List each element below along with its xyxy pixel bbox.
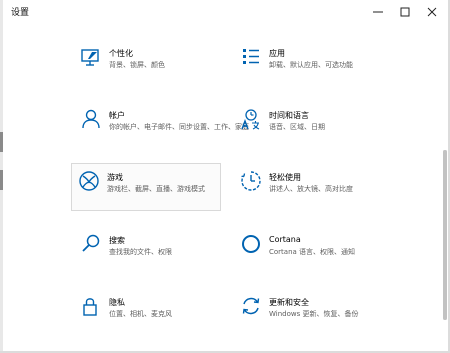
tile-accounts[interactable]: 帐户 你的帐户、电子邮件、同步设置、工作、家庭: [73, 106, 249, 154]
tile-label: 更新和安全: [269, 298, 309, 307]
tile-time-language[interactable]: 时间和语言 语音、区域、日期: [233, 106, 383, 154]
tile-privacy[interactable]: 隐私 位置、相机、麦克风: [73, 293, 223, 341]
tile-label: 个性化: [109, 49, 133, 58]
ease-of-access-icon: [241, 171, 261, 191]
tile-label: Cortana: [269, 235, 301, 244]
xbox-icon: [79, 171, 99, 191]
tile-description: 卸载、默认应用、可选功能: [269, 61, 353, 69]
tile-search[interactable]: 搜索 查找我的文件、权限: [73, 231, 223, 279]
tile-label: 轻松使用: [269, 173, 301, 182]
tile-description: 背景、锁屏、颜色: [109, 61, 165, 69]
tile-description: 语音、区域、日期: [269, 123, 325, 131]
maximize-button[interactable]: [391, 0, 419, 24]
search-icon: [82, 234, 100, 252]
time-language-icon: [241, 109, 260, 130]
close-icon: [427, 7, 437, 17]
tile-label: 游戏: [107, 173, 123, 182]
tile-label: 应用: [269, 49, 285, 58]
maximize-icon: [400, 7, 410, 17]
tile-label: 时间和语言: [269, 111, 309, 120]
minimize-icon: [373, 11, 383, 13]
cortana-icon: [242, 235, 260, 253]
minimize-button[interactable]: [364, 0, 392, 24]
window-title: 设置: [11, 8, 30, 18]
vertical-scrollbar[interactable]: [443, 150, 447, 320]
tile-description: Cortana 语言、权限、通知: [269, 248, 356, 256]
tile-label: 帐户: [109, 111, 125, 120]
close-button[interactable]: [418, 0, 446, 24]
tile-update-security[interactable]: 更新和安全 Windows 更新、恢复、备份: [233, 293, 383, 341]
tile-ease-of-access[interactable]: 轻松使用 讲述人、放大镜、高对比度: [233, 168, 383, 216]
tile-description: 讲述人、放大镜、高对比度: [269, 185, 353, 193]
edge-marker: [0, 132, 3, 152]
tile-description: 游戏栏、截屏、直播、游戏模式: [107, 185, 205, 193]
tile-description: 查找我的文件、权限: [109, 248, 172, 256]
tile-description: Windows 更新、恢复、备份: [269, 310, 359, 318]
tile-apps[interactable]: 应用 卸载、默认应用、可选功能: [233, 44, 383, 92]
personalization-icon: [81, 49, 99, 66]
tile-label: 搜索: [109, 236, 125, 245]
account-icon: [82, 109, 100, 129]
tile-label: 隐私: [109, 298, 125, 307]
tile-gaming[interactable]: 游戏 游戏栏、截屏、直播、游戏模式: [71, 163, 221, 211]
apps-icon: [243, 49, 259, 64]
window-left-edge: [0, 0, 3, 353]
tile-cortana[interactable]: Cortana Cortana 语言、权限、通知: [233, 231, 383, 279]
tile-description: 你的帐户、电子邮件、同步设置、工作、家庭: [109, 123, 249, 131]
tile-description: 位置、相机、麦克风: [109, 310, 172, 318]
privacy-lock-icon: [83, 298, 97, 316]
edge-marker: [0, 170, 3, 190]
title-bar: 设置: [0, 0, 450, 24]
tile-personalization[interactable]: 个性化 背景、锁屏、颜色: [73, 44, 223, 92]
update-security-icon: [242, 297, 260, 315]
scrollbar-thumb[interactable]: [443, 150, 447, 320]
